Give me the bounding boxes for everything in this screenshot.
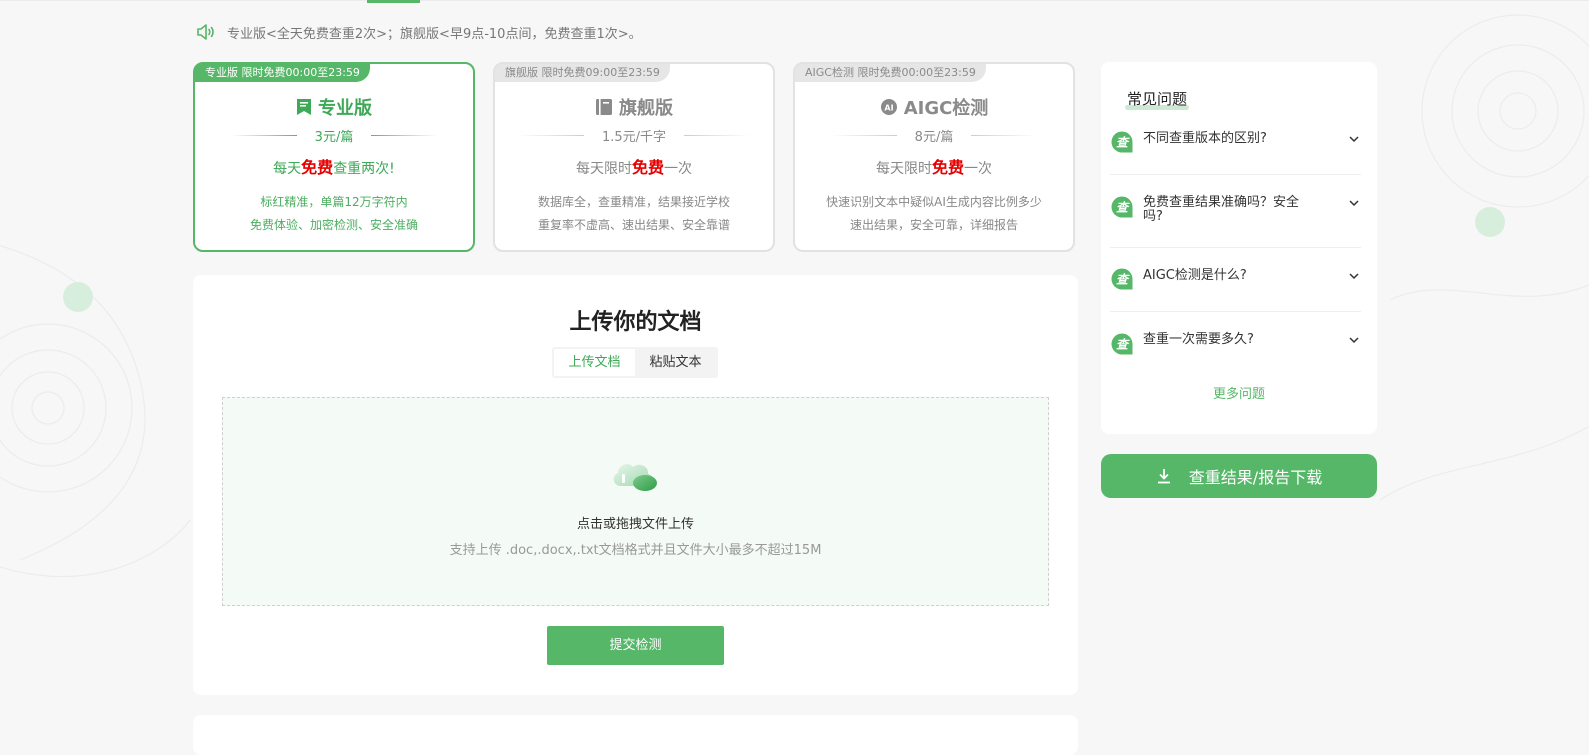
faq-item[interactable]: 查 查重一次需要多久? (1110, 332, 1361, 362)
plan-title-row: AI AIGC检测 (795, 94, 1073, 120)
active-nav-indicator (367, 0, 420, 3)
svg-text:查: 查 (1116, 273, 1130, 287)
plan-offer: 每天免费查重两次! (195, 154, 473, 178)
more-questions-link[interactable]: 更多问题 (1101, 383, 1377, 402)
plan-desc-line: 免费体验、加密检测、安全准确 (249, 218, 418, 232)
speaker-icon (197, 24, 214, 40)
plan-description: 数据库全，查重精准，结果接近学校 重复率不虚高、速出结果、安全靠谱 (495, 191, 773, 237)
price-divider-right (684, 135, 751, 136)
plan-title-row: 旗舰版 (495, 94, 773, 120)
top-divider (0, 0, 1589, 1)
faq-divider (1110, 311, 1361, 312)
faq-question: 查重一次需要多久? (1143, 332, 1254, 347)
question-bubble-icon: 查 (1111, 333, 1133, 355)
next-section-panel (193, 715, 1078, 755)
plan-desc-line: 标红精准，单篇12万字符内 (260, 195, 408, 209)
plan-tag: 旗舰版 限时免费09:00至23:59 (495, 64, 670, 82)
price-divider-left (230, 135, 297, 136)
dropzone-label: 点击或拖拽文件上传 (576, 517, 694, 532)
faq-question: 免费查重结果准确吗？安全吗? (1143, 195, 1300, 224)
book-icon (596, 99, 612, 115)
plan-title: AIGC检测 (903, 98, 989, 119)
faq-item[interactable]: 查 AIGC检测是什么? (1110, 267, 1361, 297)
plan-card-aigc[interactable]: AIGC检测 限时免费00:00至23:59 AI AIGC检测 8元/篇 每天… (793, 62, 1075, 252)
plan-description: 标红精准，单篇12万字符内 免费体验、加密检测、安全准确 (195, 191, 473, 237)
price-divider-right (371, 135, 438, 136)
faq-item[interactable]: 查 不同查重版本的区别? (1110, 130, 1361, 160)
price-divider-right (971, 135, 1038, 136)
plan-card-pro[interactable]: 专业版 限时免费00:00至23:59 专业版 3元/篇 每天免费查重两次! 标… (193, 62, 475, 252)
plan-price-row: 8元/篇 (795, 126, 1073, 145)
offer-free: 免费 (631, 158, 664, 177)
plan-tag: AIGC检测 限时免费00:00至23:59 (795, 64, 986, 82)
upload-panel: 上传你的文档 上传文档 粘贴文本 点击或拖拽文件上传 支持上传 .doc,.do… (193, 275, 1078, 695)
plan-price: 8元/篇 (914, 130, 954, 145)
download-label: 查重结果/报告下载 (1188, 468, 1323, 487)
plan-tag: 专业版 限时免费00:00至23:59 (195, 64, 370, 82)
offer-prefix: 每天限时 (875, 161, 932, 177)
plan-offer: 每天限时免费一次 (795, 154, 1073, 178)
price-divider-left (517, 135, 584, 136)
plan-title: 旗舰版 (619, 98, 673, 119)
faq-item[interactable]: 查 免费查重结果准确吗？安全吗? (1110, 195, 1361, 235)
faq-title-text: 常见问题 (1127, 90, 1188, 108)
plan-desc-line: 速出结果，安全可靠，详细报告 (849, 218, 1018, 232)
faq-question: AIGC检测是什么? (1143, 268, 1247, 283)
plan-desc-line: 重复率不虚高、速出结果、安全靠谱 (537, 218, 730, 232)
plan-desc-line: 数据库全，查重精准，结果接近学校 (537, 195, 730, 209)
price-divider-left (830, 135, 897, 136)
svg-text:查: 查 (1116, 201, 1130, 215)
notice-text: 专业版<全天免费查重2次>；旗舰版<早9点-10点间，免费查重1次>。 (227, 26, 642, 42)
upload-mode-tabs: 上传文档 粘贴文本 (552, 347, 718, 378)
offer-suffix: 查重两次! (333, 161, 395, 177)
notice-bar: 专业版<全天免费查重2次>；旗舰版<早9点-10点间，免费查重1次>。 (195, 20, 642, 44)
submit-check-button[interactable]: 提交检测 (547, 626, 724, 665)
cloud-upload-icon (613, 464, 657, 491)
faq-title: 常见问题 (1125, 88, 1190, 110)
plan-card-flagship[interactable]: 旗舰版 限时免费09:00至23:59 旗舰版 1.5元/千字 每天限时免费一次… (493, 62, 775, 252)
question-bubble-icon: 查 (1111, 268, 1133, 290)
offer-suffix: 一次 (664, 161, 692, 177)
offer-prefix: 每天限时 (575, 161, 632, 177)
faq-divider (1110, 247, 1361, 248)
faq-question: 不同查重版本的区别? (1143, 131, 1267, 146)
download-icon (1157, 469, 1170, 484)
question-bubble-icon: 查 (1111, 196, 1133, 218)
svg-text:查: 查 (1116, 136, 1130, 150)
offer-free: 免费 (931, 158, 964, 177)
plan-price: 1.5元/千字 (601, 130, 667, 145)
plan-description: 快速识别文本中疑似AI生成内容比例多少 速出结果，安全可靠，详细报告 (795, 191, 1073, 237)
chevron-down-icon (1349, 273, 1359, 280)
offer-suffix: 一次 (964, 161, 992, 177)
question-bubble-icon: 查 (1111, 131, 1133, 153)
bookmark-icon (297, 99, 311, 115)
faq-panel: 常见问题 查 不同查重版本的区别? 查 免费查重结果准确吗？安全吗? 查 AIG… (1101, 62, 1377, 434)
plan-desc-line: 快速识别文本中疑似AI生成内容比例多少 (826, 195, 1042, 209)
offer-free: 免费 (301, 158, 334, 177)
offer-prefix: 每天 (273, 161, 302, 177)
dropzone-hint: 支持上传 .doc,.docx,.txt文档格式并且文件大小最多不超过15M (449, 543, 822, 558)
plan-price: 3元/篇 (314, 130, 354, 145)
upload-title: 上传你的文档 (569, 310, 702, 335)
plan-price-row: 3元/篇 (195, 126, 473, 145)
plan-price-row: 1.5元/千字 (495, 126, 773, 145)
tab-paste-text[interactable]: 粘贴文本 (635, 349, 716, 376)
plan-offer: 每天限时免费一次 (495, 154, 773, 178)
chevron-down-icon (1349, 337, 1359, 344)
ai-icon: AI (880, 99, 897, 115)
file-dropzone[interactable]: 点击或拖拽文件上传 支持上传 .doc,.docx,.txt文档格式并且文件大小… (222, 397, 1049, 606)
plan-title: 专业版 (318, 98, 372, 119)
chevron-down-icon (1349, 136, 1359, 143)
svg-text:查: 查 (1116, 338, 1130, 352)
svg-text:AI: AI (884, 104, 893, 113)
chevron-down-icon (1349, 200, 1359, 207)
tab-upload-document[interactable]: 上传文档 (554, 349, 635, 376)
report-download-button[interactable]: 查重结果/报告下载 (1101, 454, 1377, 498)
plan-title-row: 专业版 (195, 94, 473, 120)
faq-divider (1110, 174, 1361, 175)
